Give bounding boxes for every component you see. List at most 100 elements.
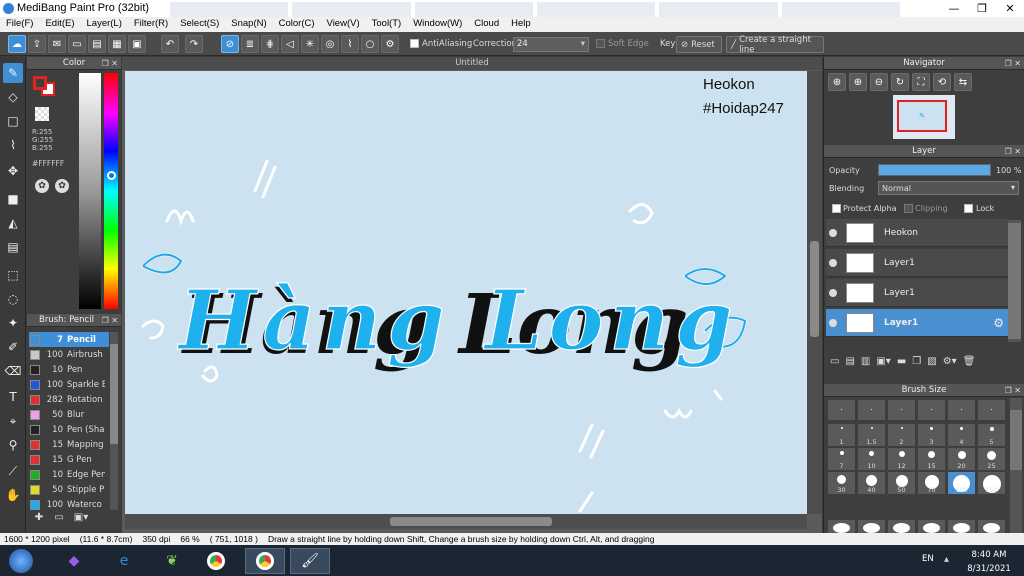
undo-icon[interactable]: ↶ — [161, 35, 179, 53]
menu-file[interactable]: File(F) — [0, 17, 39, 32]
visual-studio-icon[interactable]: ◆ — [54, 548, 94, 574]
new-file-icon[interactable]: ▭ — [68, 35, 86, 53]
move-tool-icon[interactable]: ✥ — [3, 161, 23, 181]
brush-size-cell[interactable] — [948, 520, 975, 533]
new-layer-icon[interactable]: ▭ — [830, 356, 839, 372]
folder-icon[interactable]: ▬ — [897, 356, 906, 372]
brush-size-cell[interactable] — [888, 520, 915, 533]
drawing-canvas[interactable]: Heokon #Hoidap247 Hàng Long Hàng Long — [125, 71, 807, 514]
menu-select[interactable]: Select(S) — [174, 17, 225, 32]
brush-size-cell[interactable] — [888, 400, 915, 420]
brush-item[interactable]: 15 G Pen — [29, 452, 109, 467]
brush-menu-icon[interactable]: ▣▾ — [71, 512, 91, 528]
circle-snap-icon[interactable]: ○ — [361, 35, 379, 53]
vanishing-snap-icon[interactable]: ◁ — [281, 35, 299, 53]
save-icon[interactable]: ▤ — [88, 35, 106, 53]
tray-chevron-icon[interactable]: ▴ — [944, 554, 949, 565]
chrome-open-icon[interactable] — [245, 548, 285, 574]
menu-view[interactable]: View(V) — [321, 17, 366, 32]
app-leaf-icon[interactable]: ❦ — [152, 548, 192, 574]
reset-button[interactable]: ⊘ Reset — [676, 36, 722, 53]
operation-tool-icon[interactable]: ⌖ — [3, 411, 23, 431]
panel-controls-icon[interactable]: ❐ ✕ — [102, 57, 118, 70]
share-icon[interactable]: ⇪ — [28, 35, 46, 53]
windows-start-icon[interactable] — [2, 548, 40, 574]
radial-snap-icon[interactable]: ✳ — [301, 35, 319, 53]
menu-cloud[interactable]: Cloud — [468, 17, 505, 32]
brush-size-cell[interactable]: 50 — [888, 472, 915, 494]
layer-list-scrollbar[interactable] — [1008, 220, 1021, 342]
antialiasing-checkbox[interactable] — [410, 39, 419, 48]
brush-size-cell[interactable]: 20 — [948, 448, 975, 470]
brush-size-cell[interactable]: 7 — [828, 448, 855, 470]
select-tool-icon[interactable]: ⬚ — [3, 265, 23, 285]
brush-item[interactable]: 10 Edge Pen — [29, 467, 109, 482]
layer-row[interactable]: Heokon — [826, 219, 1008, 247]
hue-handle[interactable] — [107, 171, 116, 180]
panel-controls-icon[interactable]: ❐ ✕ — [1005, 145, 1021, 158]
navigator-preview[interactable]: ✎ — [893, 95, 955, 139]
menu-color[interactable]: Color(C) — [273, 17, 321, 32]
brush-item[interactable]: 7 Pencil — [29, 332, 109, 347]
zoom-in-icon[interactable]: ⊕ — [828, 73, 846, 91]
brush-size-cell[interactable] — [828, 400, 855, 420]
panel-controls-icon[interactable]: ❐ ✕ — [1005, 384, 1021, 397]
palette-icon[interactable]: ✿ — [35, 179, 49, 193]
clipping-checkbox[interactable] — [904, 204, 913, 213]
panel-controls-icon[interactable]: ❐ ✕ — [1005, 57, 1021, 70]
brush-size-cell[interactable]: 10 — [858, 448, 885, 470]
delete-layer-icon[interactable]: 🗑 — [963, 356, 976, 372]
protect-alpha-checkbox[interactable] — [832, 204, 841, 213]
material-icon[interactable]: ▦ — [108, 35, 126, 53]
brush-list-scrollbar[interactable] — [110, 332, 118, 510]
primary-color-swatch[interactable] — [33, 76, 47, 90]
brush-size-cell[interactable] — [948, 400, 975, 420]
brush-size-cell[interactable]: 70 — [918, 472, 945, 494]
brush-size-cell[interactable] — [918, 400, 945, 420]
lasso-tool-icon[interactable]: ◌ — [3, 289, 23, 309]
eyedropper-tool-icon[interactable]: ⚲ — [3, 435, 23, 455]
gradient-tool-icon[interactable]: ▤ — [3, 237, 23, 257]
lock-checkbox[interactable] — [964, 204, 973, 213]
brush-size-cell[interactable]: 150 — [978, 472, 1005, 494]
soft-edge-checkbox[interactable] — [596, 39, 605, 48]
transparent-swatch[interactable] — [35, 107, 49, 121]
brush-size-cell[interactable] — [828, 520, 855, 533]
layer-row[interactable]: Layer1 — [826, 279, 1008, 307]
dot-tool-icon[interactable]: □ — [3, 111, 23, 131]
internet-explorer-icon[interactable]: e — [104, 548, 144, 574]
brush-size-cell[interactable]: 100 — [948, 472, 975, 494]
chrome-icon[interactable] — [196, 548, 236, 574]
brush-size-cell[interactable]: 15 — [918, 448, 945, 470]
rotate-icon[interactable]: ↻ — [891, 73, 909, 91]
select-pen-tool-icon[interactable]: ✐ — [3, 337, 23, 357]
select-eraser-tool-icon[interactable]: ⌫ — [3, 361, 23, 381]
menu-layer[interactable]: Layer(L) — [81, 17, 128, 32]
visibility-eye-icon[interactable] — [829, 228, 837, 237]
brush-item[interactable]: 10 Pen — [29, 362, 109, 377]
visibility-eye-icon[interactable] — [829, 288, 837, 297]
brush-size-cell[interactable] — [858, 400, 885, 420]
cloud-icon[interactable]: ☁ — [8, 35, 26, 53]
brush-size-cell[interactable]: 5 — [978, 424, 1005, 446]
brush-size-cell[interactable]: 4 — [948, 424, 975, 446]
brush-size-cell[interactable]: 40 — [858, 472, 885, 494]
eraser-tool-icon[interactable]: ◇ — [3, 87, 23, 107]
new-halftone-layer-icon[interactable]: ▤ — [845, 356, 854, 372]
brush-item[interactable]: 100 Waterco — [29, 497, 109, 512]
brush-size-cell[interactable] — [978, 520, 1005, 533]
visibility-eye-icon[interactable] — [829, 318, 837, 327]
palette-add-icon[interactable]: ✿ — [55, 179, 69, 193]
brush-size-scrollbar[interactable] — [1010, 398, 1022, 533]
brightness-slider[interactable] — [79, 73, 101, 309]
canvas-tab[interactable]: Untitled — [122, 57, 822, 70]
brush-size-cell[interactable]: 12 — [888, 448, 915, 470]
language-indicator[interactable]: EN — [922, 554, 934, 564]
hue-slider[interactable] — [104, 73, 118, 309]
brush-item[interactable]: 100 Airbrush — [29, 347, 109, 362]
brush-size-cell[interactable]: 1 — [828, 424, 855, 446]
brush-size-cell[interactable]: 30 — [828, 472, 855, 494]
menu-window[interactable]: Window(W) — [407, 17, 468, 32]
layer-settings-icon[interactable]: ⚙▾ — [943, 356, 957, 372]
brush-size-cell[interactable] — [918, 520, 945, 533]
